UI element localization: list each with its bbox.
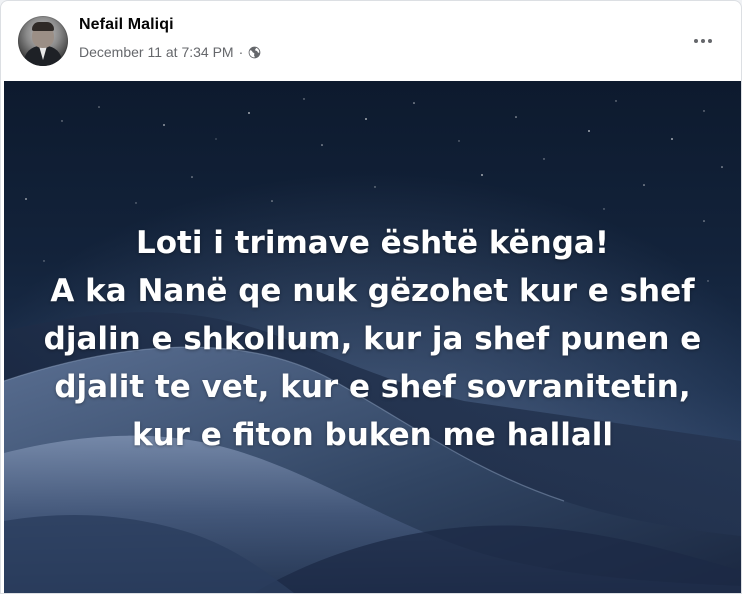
author-name[interactable]: Nefail Maliqi	[79, 16, 174, 34]
post-timestamp[interactable]: December 11 at 7:34 PM	[79, 44, 234, 60]
author-avatar[interactable]	[18, 16, 68, 66]
avatar-hair	[32, 22, 54, 31]
post-text-line: kur e fiton buken me hallall	[132, 417, 613, 453]
post-header: Nefail Maliqi December 11 at 7:34 PM ·	[1, 1, 741, 81]
more-options-icon	[694, 39, 712, 43]
post-text-line: Loti i trimave është kënga!	[136, 225, 609, 261]
post-card: Nefail Maliqi December 11 at 7:34 PM · L…	[0, 0, 742, 594]
globe-icon[interactable]	[248, 46, 261, 59]
meta-separator: ·	[238, 44, 244, 60]
post-image[interactable]: Loti i trimave është kënga! A ka Nanë qe…	[4, 81, 741, 593]
more-options-button[interactable]	[687, 25, 719, 57]
post-meta: December 11 at 7:34 PM ·	[79, 44, 261, 60]
post-text-line: djalit te vet, kur e shef sovranitetin,	[54, 369, 691, 405]
post-text-line: djalin e shkollum, kur ja shef punen e	[43, 321, 702, 357]
post-text-line: A ka Nanë qe nuk gëzohet kur e shef	[50, 273, 695, 309]
post-text: Loti i trimave është kënga! A ka Nanë qe…	[4, 219, 741, 459]
